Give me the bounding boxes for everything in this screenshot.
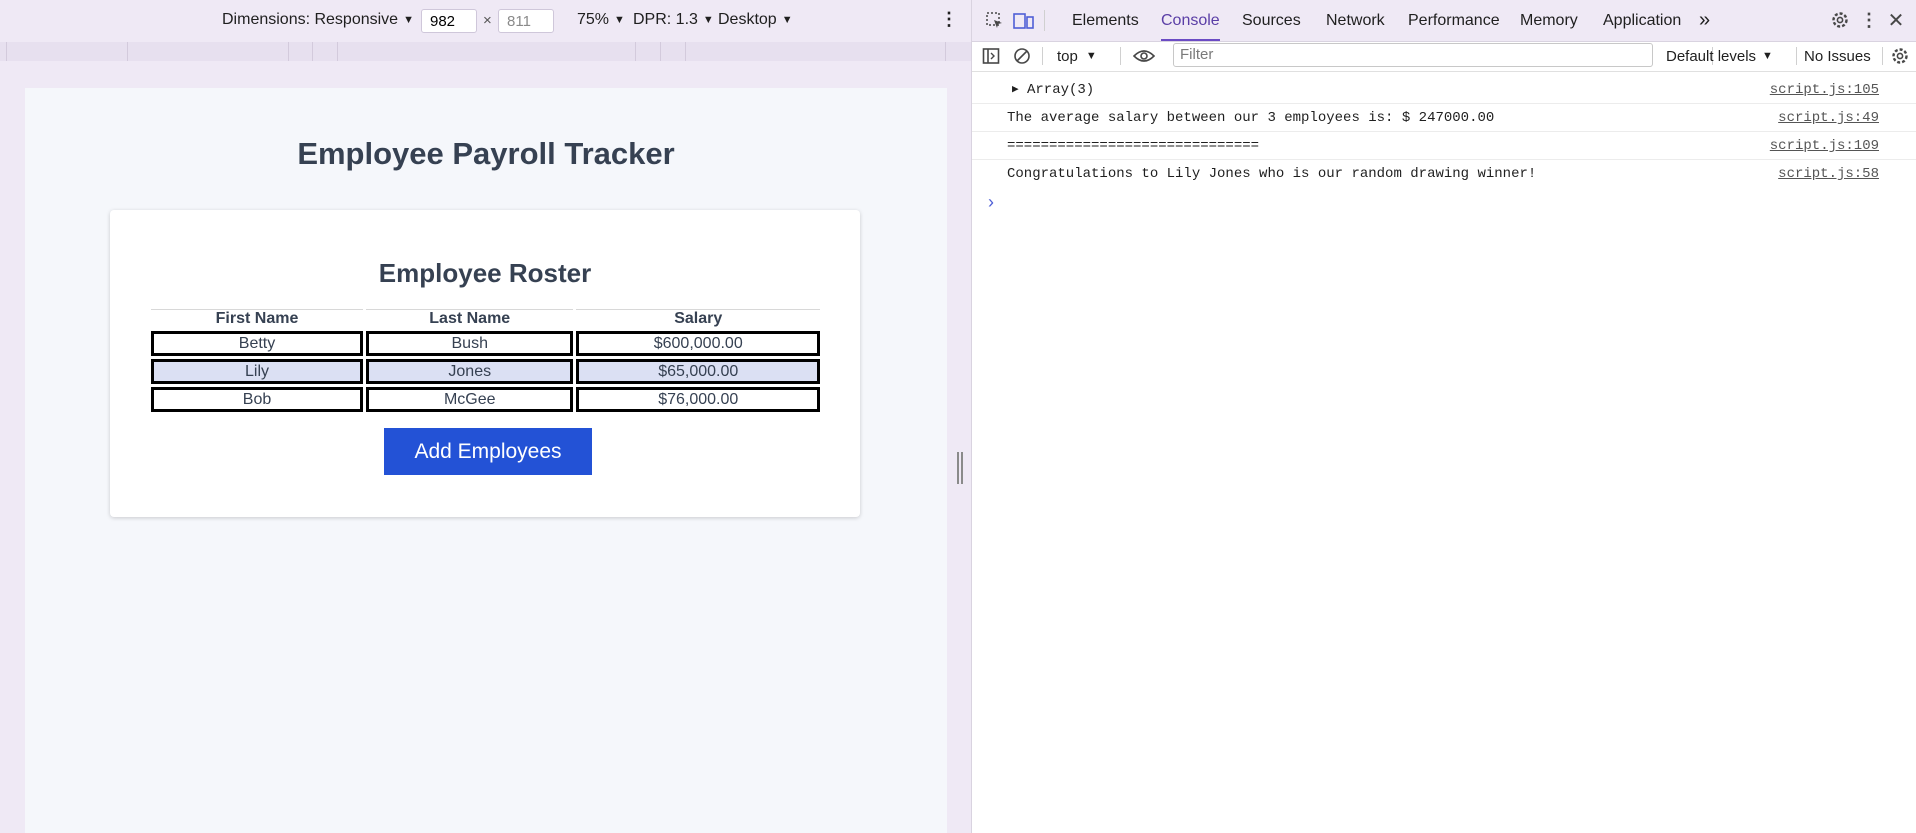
device-toggle-icon[interactable] <box>1012 10 1036 32</box>
console-source-link[interactable]: script.js:105 <box>1770 82 1879 98</box>
divider <box>1882 47 1883 65</box>
log-levels-label: Default levels <box>1666 47 1757 65</box>
ruler-tick <box>660 42 661 61</box>
cell-salary: $600,000.00 <box>576 331 820 356</box>
divider <box>1042 47 1043 65</box>
console-source-link[interactable]: script.js:109 <box>1770 138 1879 154</box>
height-input[interactable] <box>498 9 554 33</box>
caret-down-icon: ▼ <box>1085 50 1097 62</box>
device-mode-dropdown[interactable]: Desktop ▼ <box>718 11 793 29</box>
tab-elements[interactable]: Elements <box>1072 0 1139 41</box>
caret-down-icon: ▼ <box>781 14 793 26</box>
cell-first-name: Bob <box>151 387 364 412</box>
page-viewport: Employee Payroll Tracker Employee Roster… <box>25 88 947 833</box>
caret-down-icon: ▼ <box>702 14 714 26</box>
device-toolbar: Dimensions: Responsive ▼ × 75% ▼ DPR: 1.… <box>0 0 971 41</box>
kebab-icon[interactable]: ⋮ <box>940 9 958 30</box>
cell-first-name: Lily <box>151 359 364 384</box>
settings-gear-icon[interactable] <box>1829 9 1851 31</box>
ruler-tick <box>945 42 946 61</box>
caret-down-icon: ▼ <box>403 14 414 26</box>
zoom-label: 75% <box>577 11 610 28</box>
divider <box>1120 47 1121 65</box>
tab-application[interactable]: Application <box>1603 0 1681 41</box>
table-row: Bob McGee $76,000.00 <box>151 387 820 412</box>
kebab-icon[interactable]: ⋮ <box>1860 9 1878 31</box>
device-pane: Dimensions: Responsive ▼ × 75% ▼ DPR: 1.… <box>0 0 972 833</box>
console-message-text: Array(3) <box>1027 82 1095 98</box>
header-first-name: First Name <box>151 309 364 328</box>
sidebar-toggle-icon[interactable] <box>980 45 1002 67</box>
console-source-link[interactable]: script.js:58 <box>1778 166 1879 182</box>
header-last-name: Last Name <box>366 309 574 328</box>
viewport-resize-handle[interactable] <box>957 452 963 484</box>
dpr-dropdown[interactable]: DPR: 1.3 ▼ <box>633 11 714 29</box>
tab-performance[interactable]: Performance <box>1408 0 1500 41</box>
roster-title: Employee Roster <box>378 258 592 288</box>
console-message: ============================== script.js… <box>972 132 1916 160</box>
ruler-tick <box>337 42 338 61</box>
device-mode-label: Desktop <box>718 11 777 28</box>
console-message: Congratulations to Lily Jones who is our… <box>972 160 1916 188</box>
context-dropdown[interactable]: top ▼ <box>1057 45 1097 67</box>
divider <box>1796 47 1797 65</box>
employee-table: First Name Last Name Salary Betty Bush $… <box>148 306 823 415</box>
add-employees-button[interactable]: Add Employees <box>384 428 592 475</box>
cell-last-name: McGee <box>366 387 574 412</box>
header-salary: Salary <box>576 309 820 328</box>
inspect-element-icon[interactable] <box>984 10 1006 32</box>
close-icon[interactable]: ✕ <box>1885 9 1907 32</box>
tab-console[interactable]: Console <box>1161 0 1220 41</box>
caret-down-icon: ▼ <box>614 14 625 26</box>
devtools-panel: Elements Console Sources Network Perform… <box>972 0 1916 833</box>
console-message-text: ============================== <box>1007 138 1260 154</box>
tab-sources[interactable]: Sources <box>1242 0 1301 41</box>
ruler-tick <box>312 42 313 61</box>
width-input[interactable] <box>421 9 477 33</box>
tab-network[interactable]: Network <box>1326 0 1385 41</box>
page-title: Employee Payroll Tracker <box>297 136 675 171</box>
cell-first-name: Betty <box>151 331 364 356</box>
expand-triangle-icon[interactable]: ▶ <box>1012 82 1019 96</box>
console-prompt[interactable]: › <box>988 192 994 213</box>
cell-salary: $65,000.00 <box>576 359 820 384</box>
dimensions-dropdown[interactable]: Dimensions: Responsive ▼ <box>222 11 414 29</box>
table-row: Betty Bush $600,000.00 <box>151 331 820 356</box>
dimensions-label: Dimensions: Responsive <box>222 11 399 28</box>
cell-salary: $76,000.00 <box>576 387 820 412</box>
table-header-row: First Name Last Name Salary <box>151 309 820 328</box>
console-settings-gear-icon[interactable] <box>1889 45 1911 67</box>
context-label: top <box>1057 47 1078 65</box>
console-message: The average salary between our 3 employe… <box>972 104 1916 132</box>
divider <box>1044 10 1045 31</box>
log-levels-dropdown[interactable]: Default levels ▼ <box>1666 45 1773 67</box>
issues-button[interactable]: No Issues <box>1804 45 1871 67</box>
dpr-label: DPR: 1.3 <box>633 11 698 28</box>
ruler-tick <box>288 42 289 61</box>
more-tabs-icon[interactable]: » <box>1699 0 1710 41</box>
ruler-tick <box>127 42 128 61</box>
tab-memory[interactable]: Memory <box>1520 0 1578 41</box>
console-message-text: The average salary between our 3 employe… <box>1007 110 1495 126</box>
live-expression-eye-icon[interactable] <box>1131 45 1157 67</box>
ruler-tick <box>6 42 7 61</box>
console-filter-input[interactable]: Filter <box>1173 43 1653 67</box>
ruler-tick <box>685 42 686 61</box>
roster-card: Employee Roster First Name Last Name Sal… <box>110 210 860 517</box>
console-message[interactable]: ▶ Array(3) script.js:105 <box>972 76 1916 104</box>
times-sign: × <box>483 12 492 29</box>
devtools-tabbar: Elements Console Sources Network Perform… <box>972 0 1916 42</box>
clear-console-icon[interactable] <box>1011 45 1033 67</box>
cell-last-name: Jones <box>366 359 574 384</box>
cell-last-name: Bush <box>366 331 574 356</box>
media-query-ruler <box>0 42 971 61</box>
console-message-text: Congratulations to Lily Jones who is our… <box>1007 166 1537 182</box>
caret-down-icon: ▼ <box>1762 50 1773 62</box>
ruler-tick <box>635 42 636 61</box>
zoom-dropdown[interactable]: 75% ▼ <box>577 11 625 29</box>
console-source-link[interactable]: script.js:49 <box>1778 110 1879 126</box>
table-row: Lily Jones $65,000.00 <box>151 359 820 384</box>
